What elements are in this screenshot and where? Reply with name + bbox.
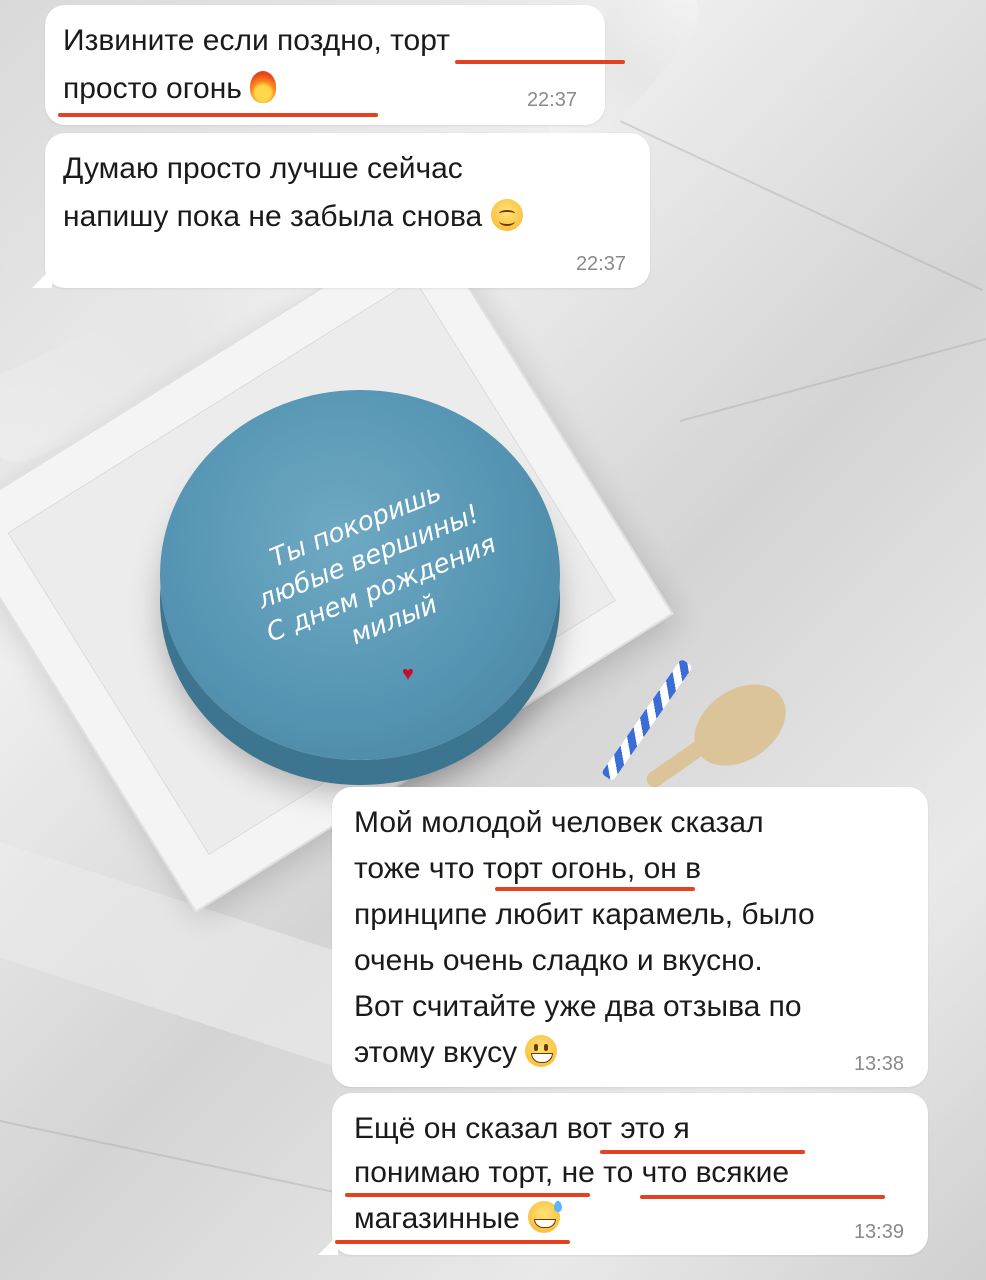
message-line: Мой молодой человек сказал [354, 806, 764, 839]
message-text: просто огонь [63, 72, 242, 105]
message-line: понимаю торт, не то что всякие [354, 1156, 790, 1189]
bubble-tail [32, 268, 52, 288]
highlight-underline [600, 1150, 805, 1154]
smiling-face-emoji-icon [490, 199, 523, 231]
message-line: напишу пока не забыла снова [63, 195, 523, 239]
message-text: магазинные [354, 1202, 520, 1235]
message-text: этому вкусу [354, 1036, 518, 1069]
highlight-underline [640, 1195, 885, 1199]
heart-icon: ♥ [402, 663, 414, 685]
highlight-underline [455, 60, 625, 64]
message-bubble[interactable]: Ещё он сказал вот это я понимаю торт, не… [332, 1093, 928, 1255]
highlight-underline [495, 887, 695, 891]
marble-vein [679, 337, 986, 422]
message-bubble[interactable]: Извините если поздно, торт просто огонь … [45, 5, 605, 125]
message-line: очень очень сладко и вкусно. [354, 944, 763, 977]
highlight-underline [58, 113, 378, 117]
wooden-spoon [678, 667, 802, 783]
message-time: 13:38 [853, 1053, 904, 1075]
grinning-sweat-emoji-icon [528, 1201, 563, 1233]
message-line: Ещё он сказал вот это я [354, 1112, 690, 1145]
message-line: магазинные [354, 1197, 563, 1241]
message-line: Извините если поздно, торт [63, 24, 451, 57]
bubble-tail [318, 1235, 338, 1255]
grinning-face-emoji-icon [525, 1035, 558, 1067]
highlight-underline [345, 1193, 590, 1197]
message-line: принципе любит карамель, было [354, 898, 815, 931]
message-time: 13:39 [853, 1221, 904, 1243]
message-line: Вот считайте уже два отзыва по [354, 990, 802, 1023]
message-time: 22:37 [526, 89, 577, 111]
highlight-underline [335, 1240, 570, 1244]
message-line: тоже что торт огонь, он в [354, 852, 702, 885]
message-line: Думаю просто лучше сейчас [63, 152, 463, 185]
message-line: этому вкусу [354, 1031, 558, 1075]
message-bubble[interactable]: Мой молодой человек сказал тоже что торт… [332, 787, 928, 1087]
message-time: 22:37 [575, 253, 626, 275]
marble-vein [0, 1120, 333, 1193]
message-line: просто огонь [63, 67, 277, 111]
fire-emoji-icon [250, 71, 277, 103]
marble-vein [619, 120, 983, 291]
message-text: напишу пока не забыла снова [63, 200, 483, 233]
message-bubble[interactable]: Думаю просто лучше сейчас напишу пока не… [45, 133, 650, 288]
